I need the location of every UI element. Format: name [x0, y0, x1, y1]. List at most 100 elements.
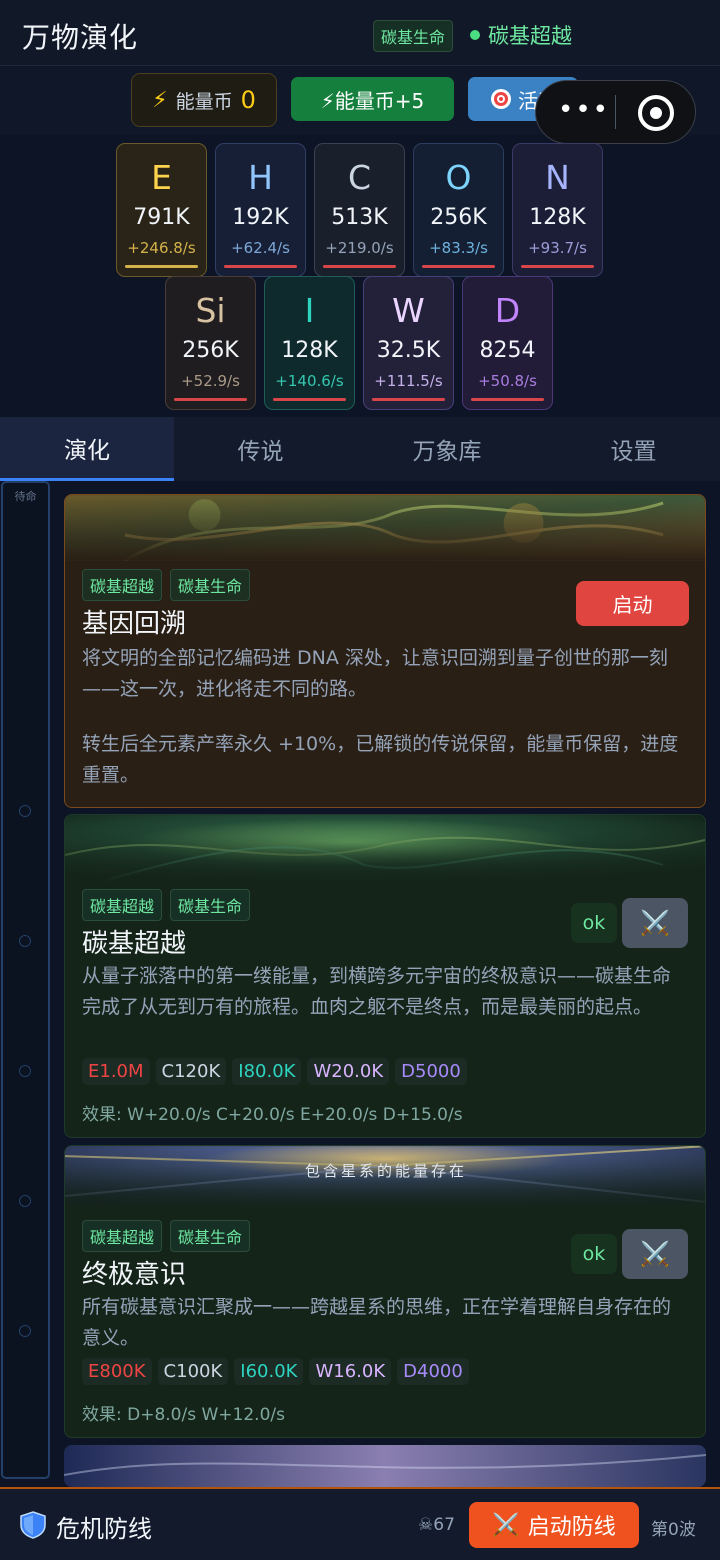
- cost-pill: W16.0K: [309, 1358, 392, 1385]
- tag: 碳基超越: [82, 569, 163, 601]
- element-card-n[interactable]: N 128K +93.7/s: [512, 143, 603, 277]
- cost-pill: I60.0K: [234, 1358, 304, 1385]
- cost-pill: C120K: [155, 1058, 227, 1085]
- energy-coin-value: 0: [240, 86, 256, 114]
- element-progress-line: [323, 265, 396, 268]
- element-progress-line: [174, 398, 247, 401]
- battle-button[interactable]: ⚔️: [622, 1229, 688, 1279]
- target-icon: [491, 89, 511, 109]
- tab-settings[interactable]: 设置: [547, 417, 720, 481]
- skull-icon: ☠: [418, 1515, 434, 1535]
- rail-dot: [19, 935, 31, 947]
- element-progress-line: [521, 265, 594, 268]
- element-rate: +50.8/s: [478, 372, 537, 390]
- start-defense-label: 启动防线: [527, 1515, 616, 1540]
- cost-pill: E800K: [82, 1358, 152, 1385]
- crossed-swords-icon: ⚔️: [492, 1512, 520, 1538]
- card-description: 从量子涨落中的第一缕能量，到横跨多元宇宙的终极意识——碳基生命完成了从无到万有的…: [82, 965, 672, 1018]
- crossed-swords-icon: ⚔️: [640, 1240, 670, 1268]
- tag: 碳基生命: [170, 889, 251, 921]
- cost-pill: I80.0K: [232, 1058, 302, 1085]
- element-symbol: N: [545, 158, 570, 197]
- cost-pill: D5000: [395, 1058, 467, 1085]
- element-symbol: O: [445, 158, 472, 197]
- ultimate-consciousness-card: 包含星系的能量存在 碳基超越 碳基生命 终极意识 ok ⚔️ 所有碳基意识汇聚成…: [64, 1145, 706, 1438]
- energy-coin-label: 能量币: [175, 90, 233, 113]
- element-progress-line: [471, 398, 544, 401]
- element-rate: +219.0/s: [325, 239, 394, 257]
- rail-dot: [19, 1325, 31, 1337]
- start-defense-button[interactable]: ⚔️ 启动防线: [469, 1502, 639, 1548]
- tab-evolution[interactable]: 演化: [0, 417, 174, 481]
- banner-caption: 包含星系的能量存在: [304, 1162, 467, 1180]
- card-description: 将文明的全部记忆编码进 DNA 深处，让意识回溯到量子创世的那一刻——这一次，进…: [82, 647, 668, 700]
- more-icon[interactable]: •••: [558, 97, 610, 123]
- lightning-icon: ⚡: [152, 87, 168, 113]
- defense-title: 危机防线: [56, 1515, 152, 1543]
- card-tags: 碳基超越 碳基生命: [82, 569, 251, 601]
- element-symbol: E: [151, 158, 172, 197]
- card-title: 基因回溯: [82, 609, 187, 639]
- carbon-transcend-card: 碳基超越 碳基生命 碳基超越 ok ⚔️ 从量子涨落中的第一缕能量，到横跨多元宇…: [64, 814, 706, 1138]
- element-symbol: H: [248, 158, 273, 197]
- element-card-i[interactable]: I 128K +140.6/s: [264, 276, 355, 410]
- element-card-o[interactable]: O 256K +83.3/s: [413, 143, 504, 277]
- rail-label: 待命: [14, 490, 37, 503]
- capsule-divider: [615, 95, 616, 129]
- gene-rewind-card: 碳基超越 碳基生命 基因回溯 启动 将文明的全部记忆编码进 DNA 深处，让意识…: [64, 494, 706, 808]
- element-card-e[interactable]: E 791K +246.8/s: [116, 143, 207, 277]
- tab-library[interactable]: 万象库: [347, 417, 547, 481]
- tag: 碳基超越: [82, 1220, 163, 1252]
- element-rate: +52.9/s: [181, 372, 240, 390]
- app-header: 万物演化 碳基生命 碳基超越: [0, 0, 720, 66]
- card-tags: 碳基超越 碳基生命: [82, 889, 251, 921]
- tag: 碳基生命: [170, 1220, 251, 1252]
- wave-counter: 第0波: [651, 1520, 696, 1540]
- next-card-banner: [64, 1445, 706, 1487]
- cost-list: E800K C100K I60.0K W16.0K D4000: [82, 1358, 475, 1385]
- energy-coin-plus-button[interactable]: ⚡能量币+5: [291, 77, 454, 121]
- element-progress-line: [273, 398, 346, 401]
- element-card-si[interactable]: Si 256K +52.9/s: [165, 276, 256, 410]
- element-rate: +140.6/s: [275, 372, 344, 390]
- element-amount: 32.5K: [376, 338, 441, 363]
- element-symbol: C: [347, 158, 372, 197]
- element-progress-line: [125, 265, 198, 268]
- status-text: 碳基超越: [488, 24, 572, 48]
- element-rate: +93.7/s: [528, 239, 587, 257]
- start-button[interactable]: 启动: [576, 581, 689, 626]
- element-card-c[interactable]: C 513K +219.0/s: [314, 143, 405, 277]
- mini-program-capsule: •••: [535, 80, 696, 144]
- element-card-h[interactable]: H 192K +62.4/s: [215, 143, 306, 277]
- card-banner-image: [65, 815, 705, 883]
- card-banner-image: [64, 1445, 706, 1487]
- element-amount: 791K: [133, 205, 190, 230]
- skull-count: 67: [433, 1515, 455, 1535]
- rail-dot: [19, 1065, 31, 1077]
- card-note: 转生后全元素产率永久 +10%，已解锁的传说保留，能量币保留，进度重置。: [82, 733, 679, 786]
- battle-button[interactable]: ⚔️: [622, 898, 688, 948]
- crisis-defense-bar: 危机防线 ☠67 ⚔️ 启动防线 第0波: [0, 1487, 720, 1560]
- element-rate: +111.5/s: [374, 372, 443, 390]
- cost-list: E1.0M C120K I80.0K W20.0K D5000: [82, 1058, 473, 1085]
- element-progress-line: [224, 265, 297, 268]
- tab-legend[interactable]: 传说: [174, 417, 347, 481]
- cost-pill: W20.0K: [307, 1058, 390, 1085]
- element-card-w[interactable]: W 32.5K +111.5/s: [363, 276, 454, 410]
- element-card-d[interactable]: D 8254 +50.8/s: [462, 276, 553, 410]
- effect-text: 效果: D+8.0/s W+12.0/s: [82, 1405, 285, 1425]
- ok-status: ok: [571, 903, 617, 943]
- element-amount: 128K: [529, 205, 586, 230]
- rail-dot: [19, 805, 31, 817]
- element-symbol: Si: [195, 291, 226, 330]
- element-amount: 8254: [479, 338, 536, 363]
- cost-pill: D4000: [397, 1358, 469, 1385]
- element-amount: 256K: [430, 205, 487, 230]
- close-target-icon[interactable]: [638, 95, 674, 131]
- element-amount: 128K: [281, 338, 338, 363]
- element-progress-line: [422, 265, 495, 268]
- card-banner-image: [65, 495, 705, 561]
- energy-coin-display[interactable]: ⚡ 能量币 0: [131, 73, 277, 127]
- tag: 碳基超越: [82, 889, 163, 921]
- element-symbol: D: [494, 291, 521, 330]
